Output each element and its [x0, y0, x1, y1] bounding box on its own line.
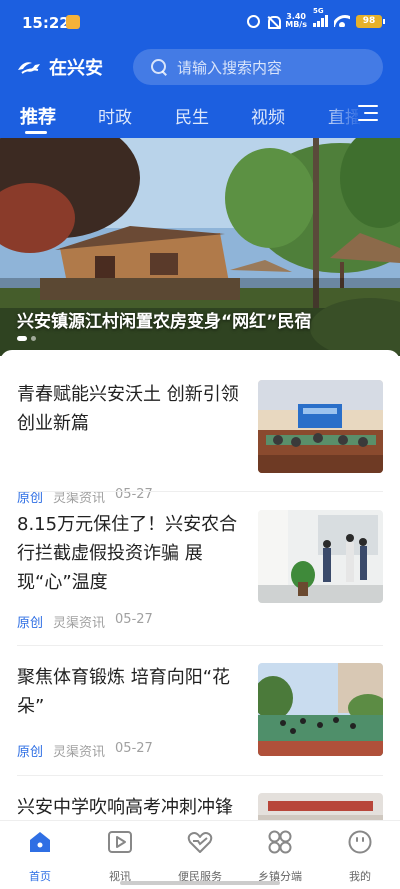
signal-icon: 5G — [313, 7, 328, 27]
tab-recommend[interactable]: 推荐 — [20, 103, 56, 129]
news-item-3[interactable]: 聚焦体育锻炼 培育向阳“花朵” 原创 灵渠资讯 05-27 — [17, 663, 383, 763]
nav-home[interactable]: 首页 — [0, 829, 80, 884]
bottom-nav: 首页 视讯 便民服务 乡镇分端 我的 — [0, 820, 400, 889]
app-logo[interactable]: 在兴安 — [16, 56, 103, 79]
banner-carousel[interactable]: 兴安镇源江村闲置农房变身“网红”民宿 — [0, 138, 400, 356]
news-source: 灵渠资讯 — [53, 491, 106, 506]
active-tab-indicator — [25, 131, 47, 134]
app-header: 15:22 3.40 MB/s 5G 98 在兴安 请输入搜索内容 推荐 时政 … — [0, 0, 400, 138]
smiley-face-icon — [348, 830, 372, 854]
notification-app-icon — [66, 15, 80, 29]
mute-icon — [266, 15, 282, 29]
news-meta: 原创 灵渠资讯 05-27 — [17, 741, 153, 760]
news-thumbnail — [258, 663, 383, 756]
search-bar[interactable]: 请输入搜索内容 — [133, 49, 383, 85]
heart-service-icon — [187, 832, 213, 853]
nav-video[interactable]: 视讯 — [80, 829, 160, 884]
divider — [17, 775, 383, 776]
news-meta: 原创 灵渠资讯 05-27 — [17, 487, 153, 506]
channel-tabs: 推荐 时政 民生 视频 直播 — [0, 100, 400, 134]
nav-services[interactable]: 便民服务 — [160, 829, 240, 884]
news-item-1[interactable]: 青春赋能兴安沃土 创新引领创业新篇 原创 灵渠资讯 05-27 — [17, 380, 383, 506]
battery-icon: 98 — [356, 14, 385, 28]
search-placeholder: 请输入搜索内容 — [177, 58, 283, 77]
news-date: 05-27 — [115, 612, 153, 627]
carousel-dots — [17, 336, 36, 341]
divider — [17, 645, 383, 646]
wifi-icon — [334, 15, 350, 27]
carousel-dot — [31, 336, 36, 341]
divider — [17, 491, 383, 492]
tab-politics[interactable]: 时政 — [98, 103, 132, 128]
status-bar: 15:22 3.40 MB/s 5G 98 — [0, 0, 400, 46]
news-source: 灵渠资讯 — [53, 616, 106, 631]
news-tag: 原创 — [17, 616, 44, 631]
news-source: 灵渠资讯 — [53, 745, 106, 760]
news-item-2[interactable]: 8.15万元保住了！兴安农合行拦截虚假投资诈骗 展现“心”温度 原创 灵渠资讯 … — [17, 510, 383, 631]
nav-label: 首页 — [29, 870, 51, 883]
status-time: 15:22 — [22, 14, 70, 32]
news-feed: 青春赋能兴安沃土 创新引领创业新篇 原创 灵渠资讯 05-27 8.15万元保住… — [0, 350, 400, 830]
nav-profile[interactable]: 我的 — [320, 829, 400, 884]
news-title: 青春赋能兴安沃土 创新引领创业新篇 — [17, 384, 239, 434]
system-icons: 3.40 MB/s 5G 98 — [247, 7, 385, 29]
net-speed-unit: MB/s — [285, 20, 307, 29]
alarm-icon — [247, 14, 261, 28]
news-title: 8.15万元保住了！兴安农合行拦截虚假投资诈骗 展现“心”温度 — [17, 514, 238, 593]
news-title: 兴安中学吹响高考冲刺冲锋 — [17, 797, 233, 818]
nav-label: 我的 — [349, 870, 371, 883]
banner-title: 兴安镇源江村闲置农房变身“网红”民宿 — [17, 312, 312, 332]
tab-video[interactable]: 视频 — [251, 103, 285, 128]
video-play-icon — [108, 831, 132, 853]
channel-menu-button[interactable] — [358, 104, 378, 122]
news-tag: 原创 — [17, 491, 44, 506]
tab-livelihood[interactable]: 民生 — [175, 103, 209, 128]
tab-fade — [322, 100, 362, 130]
grid-clover-icon — [268, 830, 292, 854]
news-tag: 原创 — [17, 745, 44, 760]
news-date: 05-27 — [115, 487, 153, 502]
news-thumbnail — [258, 510, 383, 603]
news-title: 聚焦体育锻炼 培育向阳“花朵” — [17, 667, 231, 717]
home-indicator — [120, 881, 280, 885]
news-thumbnail — [258, 380, 383, 473]
news-date: 05-27 — [115, 741, 153, 756]
net-speed: 3.40 MB/s — [285, 13, 307, 29]
nav-towns[interactable]: 乡镇分端 — [240, 829, 320, 884]
carousel-dot-active — [17, 336, 27, 341]
home-icon — [30, 832, 50, 852]
news-meta: 原创 灵渠资讯 05-27 — [17, 612, 153, 631]
signal-label: 5G — [313, 7, 324, 15]
search-icon — [151, 59, 167, 75]
logo-icon — [18, 62, 40, 74]
app-name: 在兴安 — [49, 58, 103, 79]
